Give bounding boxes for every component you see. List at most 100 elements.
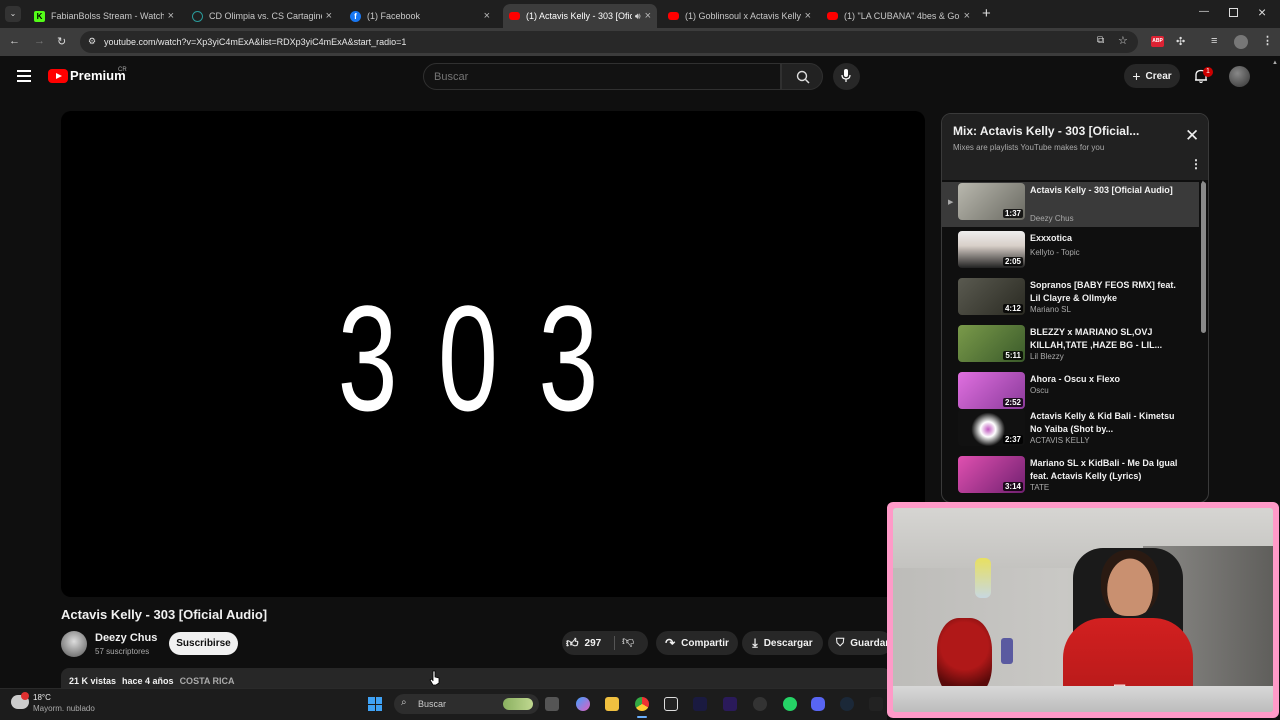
- new-tab-plus-icon[interactable]: +: [982, 5, 991, 22]
- playlist-item[interactable]: 5:11 BLEZZY x MARIANO SL,OVJ KILLAH,TATE…: [942, 324, 1199, 369]
- extensions-puzzle-icon[interactable]: ✣: [1176, 35, 1185, 48]
- video-thumbnail: 4:12: [958, 278, 1025, 315]
- dislike-button[interactable]: 👎︎: [622, 634, 634, 649]
- youtube-favicon-icon: [668, 12, 679, 20]
- terminal-icon[interactable]: [869, 697, 883, 711]
- site-settings-icon[interactable]: ⚙: [88, 36, 96, 47]
- tab-list-dropdown-icon[interactable]: ⌄: [5, 6, 21, 22]
- discord-icon[interactable]: [811, 697, 825, 711]
- playlist-subtitle: Mixes are playlists YouTube makes for yo…: [953, 143, 1105, 152]
- after-effects-icon[interactable]: [693, 697, 707, 711]
- close-tab-icon[interactable]: ×: [645, 10, 651, 22]
- task-view-icon[interactable]: [545, 697, 559, 711]
- now-playing-icon: ▶: [948, 199, 954, 206]
- subscribe-button[interactable]: Suscribirse: [169, 632, 238, 655]
- browser-tab-facebook[interactable]: f (1) Facebook ×: [344, 4, 496, 28]
- media-controls-icon[interactable]: ≡: [1211, 35, 1217, 47]
- forward-arrow-icon[interactable]: →: [34, 35, 45, 47]
- url-field[interactable]: youtube.com/watch?v=Xp3yiC4mExA&list=RDX…: [80, 31, 1138, 53]
- close-tab-icon[interactable]: ×: [168, 10, 174, 22]
- close-tab-icon[interactable]: ×: [326, 10, 332, 22]
- back-arrow-icon[interactable]: ←: [9, 35, 20, 47]
- channel-name[interactable]: Deezy Chus: [95, 632, 157, 644]
- playlist-item[interactable]: 4:12 Sopranos [BABY FEOS RMX] feat. Lil …: [942, 277, 1199, 322]
- mix-playlist-panel: Mix: Actavis Kelly - 303 [Oficial... Mix…: [941, 113, 1209, 503]
- active-app-indicator: [637, 716, 647, 718]
- bookmark-star-icon[interactable]: ☆: [1118, 34, 1128, 47]
- capcut-icon[interactable]: [664, 697, 678, 711]
- close-icon[interactable]: ✕: [1185, 127, 1199, 144]
- reload-icon[interactable]: ↻: [57, 35, 66, 48]
- whatsapp-icon[interactable]: [783, 697, 797, 711]
- restore-window-icon[interactable]: [1229, 8, 1238, 17]
- profile-avatar-icon[interactable]: [1234, 35, 1248, 49]
- chrome-icon[interactable]: [635, 697, 649, 711]
- video-thumbnail: 2:05: [958, 231, 1025, 268]
- browser-tab-goblinsoul[interactable]: (1) Goblinsoul x Actavis Kelly - 5 ×: [662, 4, 817, 28]
- create-button[interactable]: + Crear: [1124, 64, 1180, 88]
- playlist-item[interactable]: 2:05 Exxxotica Kellyto - Topic: [942, 230, 1199, 275]
- channel-avatar[interactable]: [61, 631, 87, 657]
- taskbar-search[interactable]: ⌕ Buscar: [394, 694, 539, 714]
- playlist-item[interactable]: 3:14 Mariano SL x KidBali - Me Da Igual …: [942, 455, 1199, 500]
- file-explorer-icon[interactable]: [605, 697, 619, 711]
- adblock-extension-icon[interactable]: ABP: [1151, 36, 1164, 47]
- save-button[interactable]: ⛉ Guardar: [828, 631, 892, 655]
- browser-menu-icon[interactable]: ⋮: [1262, 34, 1273, 47]
- more-options-icon[interactable]: ⋮: [1190, 158, 1202, 170]
- browser-tab-olimpia[interactable]: CD Olimpia vs. CS Cartaginés (C ×: [186, 4, 338, 28]
- playlist-item-playing[interactable]: ▶ 1:37 Actavis Kelly - 303 [Oficial Audi…: [942, 182, 1199, 227]
- close-tab-icon[interactable]: ×: [805, 10, 811, 22]
- kick-favicon-icon: K: [34, 10, 45, 22]
- close-window-icon[interactable]: ×: [1258, 4, 1266, 20]
- playlist-scrollbar[interactable]: [1201, 182, 1206, 333]
- youtube-logo-icon[interactable]: [48, 69, 68, 83]
- like-button[interactable]: 👍︎ 297: [566, 634, 601, 652]
- obs-icon[interactable]: [753, 697, 767, 711]
- search-button[interactable]: [781, 63, 823, 90]
- share-button[interactable]: ↷ Compartir: [656, 631, 738, 655]
- video-thumbnail: 1:37: [958, 183, 1025, 220]
- webcam-overlay: ▭: [887, 502, 1279, 718]
- page-scrollbar[interactable]: ▲: [1272, 60, 1278, 500]
- video-player[interactable]: 303: [61, 111, 925, 597]
- browser-tab-la-cubana[interactable]: (1) "LA CUBANA" 4bes & Gobl ×: [821, 4, 976, 28]
- facebook-favicon-icon: f: [350, 10, 361, 22]
- close-tab-icon[interactable]: ×: [484, 10, 490, 22]
- search-input[interactable]: [423, 63, 781, 90]
- country-code: CR: [118, 67, 127, 73]
- minimize-window-icon[interactable]: —: [1199, 6, 1209, 17]
- steam-icon[interactable]: [840, 697, 854, 711]
- olimpia-favicon-icon: [192, 10, 203, 22]
- browser-tab-youtube-active[interactable]: (1) Actavis Kelly - 303 [Ofici 🔊︎ ×: [503, 4, 657, 28]
- playlist-item[interactable]: 2:37 Actavis Kelly & Kid Bali - Kimetsu …: [942, 408, 1199, 453]
- webcam-feed: ▭: [893, 508, 1273, 712]
- notification-count-badge: 1: [1203, 67, 1213, 77]
- video-thumbnail: 2:52: [958, 372, 1025, 409]
- plus-icon: +: [1132, 68, 1141, 84]
- account-avatar[interactable]: [1229, 66, 1250, 87]
- windows-start-icon[interactable]: [368, 697, 382, 711]
- video-thumbnail: 3:14: [958, 456, 1025, 493]
- youtube-favicon-icon: [827, 12, 838, 20]
- thumbs-down-icon: 👎︎: [622, 634, 635, 648]
- figurine: [975, 558, 991, 598]
- video-thumbnail: 5:11: [958, 325, 1025, 362]
- weather-temperature: 18°C: [33, 693, 51, 702]
- speaker-icon[interactable]: 🔊︎: [635, 11, 641, 22]
- person-head: [1101, 550, 1159, 616]
- copilot-icon[interactable]: [576, 697, 590, 711]
- download-button[interactable]: ⤓ Descargar: [742, 631, 823, 655]
- desk: [893, 686, 1273, 712]
- close-tab-icon[interactable]: ×: [964, 10, 970, 22]
- scroll-up-arrow-icon[interactable]: ▲: [1272, 60, 1278, 66]
- playlist-header: Mix: Actavis Kelly - 303 [Oficial... Mix…: [942, 114, 1208, 180]
- video-frame-text: 303: [337, 273, 639, 442]
- subscriber-count: 57 suscriptores: [95, 647, 150, 656]
- hamburger-menu-icon[interactable]: [17, 70, 31, 82]
- premiere-icon[interactable]: [723, 697, 737, 711]
- browser-tab-kick[interactable]: K FabianBolss Stream - Watch Liv ×: [28, 4, 180, 28]
- voice-search-button[interactable]: [833, 63, 860, 90]
- install-app-icon[interactable]: ⧉: [1097, 35, 1104, 46]
- video-thumbnail: 2:37: [958, 409, 1025, 446]
